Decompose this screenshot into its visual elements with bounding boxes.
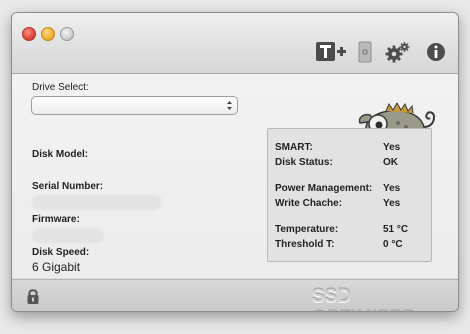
lock-icon[interactable] (26, 287, 40, 305)
temperature-label: Temperature: (275, 224, 339, 235)
status-panel: SMART: Yes Disk Status: OK Power Managem… (267, 128, 432, 262)
app-window: Drive Select: Disk Model: Serial Number:… (11, 12, 459, 312)
drive-icon[interactable] (357, 41, 373, 63)
smart-value: Yes (383, 142, 401, 153)
disk-speed-value: 6 Gigabit (32, 260, 81, 274)
text-size-icon[interactable] (315, 41, 347, 63)
disk-speed-label: Disk Speed: (32, 247, 90, 258)
close-button[interactable] (22, 27, 36, 41)
chevron-updown-icon (227, 101, 232, 110)
bottom-bar: SSD OPTIMIZER (12, 279, 458, 311)
threshold-value: 0 °C (383, 239, 403, 250)
write-cache-label: Write Chache: (275, 198, 343, 209)
disk-model-label: Disk Model: (32, 149, 89, 160)
smart-label: SMART: (275, 142, 313, 153)
power-management-value: Yes (383, 183, 401, 194)
drive-select-label: Drive Select: (32, 82, 89, 93)
disk-status-label: Disk Status: (275, 157, 333, 168)
temperature-value: 51 °C (383, 224, 409, 235)
power-management-label: Power Management: (275, 183, 373, 194)
firmware-label: Firmware: (32, 214, 80, 225)
serial-number-label: Serial Number: (32, 181, 104, 192)
drive-select[interactable] (31, 96, 238, 115)
gear-icon[interactable] (385, 41, 411, 63)
main-content: Drive Select: Disk Model: Serial Number:… (12, 74, 458, 278)
brand-logo: SSD OPTIMIZER (312, 286, 415, 311)
zoom-button[interactable] (60, 27, 74, 41)
threshold-label: Threshold T: (275, 239, 335, 250)
disk-status-value: OK (383, 157, 398, 168)
minimize-button[interactable] (41, 27, 55, 41)
firmware-value (32, 228, 104, 243)
toolbar (12, 13, 458, 74)
write-cache-value: Yes (383, 198, 401, 209)
serial-number-value (32, 195, 162, 210)
info-icon[interactable] (426, 41, 446, 63)
